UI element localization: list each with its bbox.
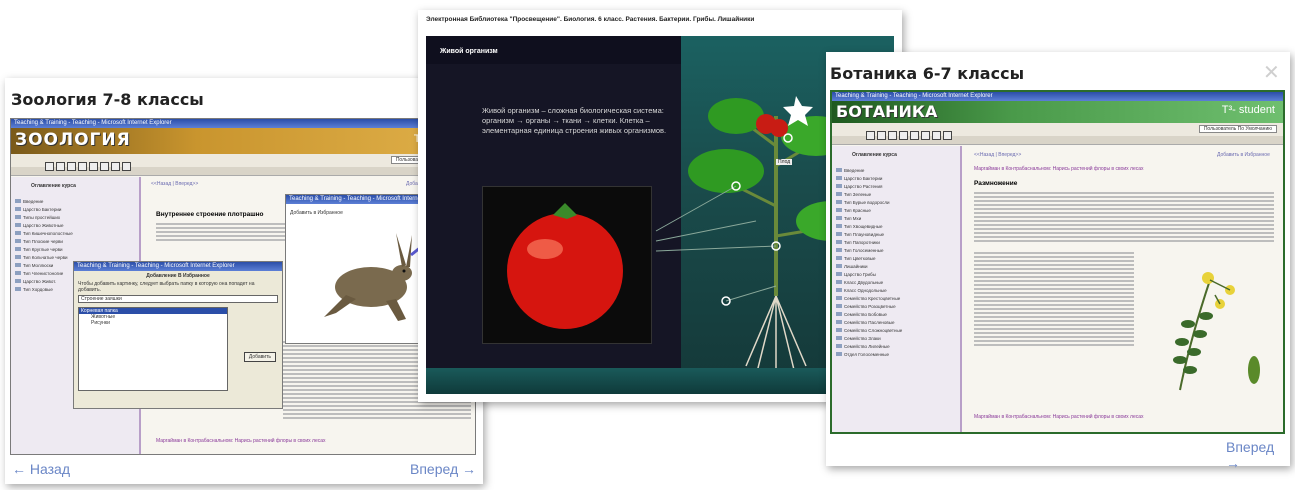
botany-article-heading: Размножение bbox=[974, 180, 1018, 187]
botany-sidebar-item[interactable]: Семейство Крестоцветные bbox=[836, 294, 956, 302]
zoology-sidebar-item[interactable]: Царство Бактерии bbox=[15, 205, 135, 213]
botany-browser: Teaching & Training - Teaching - Microso… bbox=[830, 90, 1285, 434]
toolbar-search-icon[interactable] bbox=[56, 162, 65, 171]
toolbar-help-icon[interactable] bbox=[932, 131, 941, 140]
toolbar-print-icon[interactable] bbox=[910, 131, 919, 140]
botany-card: Ботаника 6-7 классы ✕ Teaching & Trainin… bbox=[826, 52, 1290, 471]
botany-sidebar-item[interactable]: Семейство Бобовые bbox=[836, 310, 956, 318]
zoology-forward-link[interactable]: Вперед → bbox=[410, 461, 476, 477]
botany-sidebar-item[interactable]: Отдел Голосеменные bbox=[836, 350, 956, 358]
zoology-banner-text: ЗООЛОГИЯ bbox=[15, 130, 131, 150]
dialog-title: Добавление В Избранное bbox=[146, 273, 210, 279]
botany-sidebar-item[interactable]: Тип Зеленые bbox=[836, 190, 956, 198]
zoology-card: Зоология 7-8 классы ✕ Teaching & Trainin… bbox=[5, 78, 483, 484]
zoology-sidebar-item[interactable]: Тип Кишечнополостные bbox=[15, 229, 135, 237]
toolbar-help-icon[interactable] bbox=[111, 162, 120, 171]
botany-sidebar-item[interactable]: Семейство Розоцветные bbox=[836, 302, 956, 310]
zoology-browser: Teaching & Training - Teaching - Microso… bbox=[10, 118, 476, 455]
botany-sidebar-item[interactable]: Семейство Сложноцветные bbox=[836, 326, 956, 334]
toolbar-book-icon[interactable] bbox=[78, 162, 87, 171]
zoology-article-heading: Внутреннее строение плотрашно bbox=[156, 211, 264, 218]
botany-student-text: student bbox=[1238, 104, 1275, 116]
legume-plant-illustration bbox=[1173, 272, 1260, 391]
library-screen: Живой организм Живой организм – сложная … bbox=[426, 36, 894, 394]
botany-footer-link[interactable]: Маргайман в Контрабаснальном: Нарись рас… bbox=[974, 414, 1144, 420]
botany-article-text-lower bbox=[974, 252, 1134, 348]
toolbar-exit-icon[interactable] bbox=[122, 162, 131, 171]
botany-breadcrumb[interactable]: <<Назад | Вперед>> bbox=[974, 152, 1021, 158]
zoology-sidebar-item[interactable]: Введение bbox=[15, 197, 135, 205]
toolbar-user-icon[interactable] bbox=[921, 131, 930, 140]
toolbar-grid-icon[interactable] bbox=[67, 162, 76, 171]
zoology-breadcrumb[interactable]: <<Назад | Вперед>> bbox=[151, 181, 198, 187]
botany-sidebar-item[interactable]: Тип Папоротники bbox=[836, 238, 956, 246]
toolbar-exit-icon[interactable] bbox=[943, 131, 952, 140]
botany-forward-link[interactable]: Вперед → bbox=[1226, 439, 1290, 471]
add-favorite-dialog: Teaching & Training - Teaching - Microso… bbox=[73, 261, 283, 409]
botany-sidebar-item[interactable]: Класс Двудольные bbox=[836, 278, 956, 286]
botany-sidebar-item[interactable]: Тип Мхи bbox=[836, 214, 956, 222]
zoology-sidebar-item[interactable]: Тип Круглые черви bbox=[15, 245, 135, 253]
botany-user-button[interactable]: Пользователь По Умолчанию bbox=[1198, 125, 1277, 133]
botany-article-text bbox=[974, 192, 1274, 244]
botany-sidebar-item[interactable]: Семейство Пасленовые bbox=[836, 318, 956, 326]
botany-sidebar-item[interactable]: Тип Хвощевидные bbox=[836, 222, 956, 230]
botany-sidebar-item[interactable]: Царство Бактерии bbox=[836, 174, 956, 182]
zoology-card-title: Зоология 7-8 классы bbox=[11, 90, 204, 109]
botany-toolbar: Пользователь По Умолчанию bbox=[832, 123, 1283, 140]
botany-sidebar-item[interactable]: Царство Растения bbox=[836, 182, 956, 190]
library-window-title: Электронная Библиотека "Просвещение". Би… bbox=[426, 16, 755, 23]
botany-banner: БОТАНИКА T³- student bbox=[832, 101, 1283, 123]
botany-sidebar-item[interactable]: Тип Красные bbox=[836, 206, 956, 214]
botany-sidebar-item[interactable]: Класс Однодольные bbox=[836, 286, 956, 294]
botany-close-icon[interactable]: ✕ bbox=[1263, 62, 1280, 82]
zoology-footer-link[interactable]: Маргайман в Контрабаснальном: Нарись рас… bbox=[156, 438, 326, 444]
botany-sidebar-item[interactable]: Семейство Лилейные bbox=[836, 342, 956, 350]
botany-sidebar-item[interactable]: Тип Бурые водоросли bbox=[836, 198, 956, 206]
dialog-name-field[interactable]: Строение заяшки bbox=[78, 295, 278, 303]
zoology-sidebar-item[interactable]: Типы простейших bbox=[15, 213, 135, 221]
botany-sidebar: Оглавление курса Введение Царство Бактер… bbox=[832, 146, 962, 432]
dialog-folder-item[interactable]: Рисунки bbox=[79, 320, 227, 326]
toolbar-search-icon[interactable] bbox=[877, 131, 886, 140]
botany-sidebar-item[interactable]: Тип Плауновидные bbox=[836, 230, 956, 238]
botany-sidebar-item[interactable]: Лишайники bbox=[836, 262, 956, 270]
toolbar-print-icon[interactable] bbox=[89, 162, 98, 171]
botany-sidebar-item[interactable]: Царство Грибы bbox=[836, 270, 956, 278]
library-pointer-lines bbox=[655, 133, 793, 306]
zoology-toolbar: Пользователь По Умолчанию bbox=[11, 154, 475, 171]
botany-add-favorite[interactable]: Добавить в Избранное bbox=[1217, 152, 1270, 158]
toolbar-book-icon[interactable] bbox=[899, 131, 908, 140]
botany-sidebar-header: Оглавление курса bbox=[852, 152, 897, 158]
toolbar-user-icon[interactable] bbox=[100, 162, 109, 171]
botany-browser-title: Teaching & Training - Teaching - Microso… bbox=[832, 92, 1283, 101]
zoology-back-link[interactable]: ← Назад bbox=[12, 461, 70, 477]
toolbar-grid-icon[interactable] bbox=[888, 131, 897, 140]
zoology-sidebar-item[interactable]: Тип Плоские черви bbox=[15, 237, 135, 245]
zoology-sidebar-item[interactable]: Тип Кольчатые черви bbox=[15, 253, 135, 261]
zoology-sidebar-item[interactable]: Царство Животные bbox=[15, 221, 135, 229]
botany-banner-text: БОТАНИКА bbox=[836, 102, 938, 121]
dialog-add-button[interactable]: Добавить bbox=[243, 352, 276, 362]
botany-top-link[interactable]: Маргайман в Контрабаснальном: Нарись рас… bbox=[974, 166, 1144, 172]
toolbar-home-icon[interactable] bbox=[866, 131, 875, 140]
zoology-article-text bbox=[156, 223, 286, 243]
botany-card-title: Ботаника 6-7 классы bbox=[830, 64, 1025, 83]
botany-sidebar-item[interactable]: Тип Цветковые bbox=[836, 254, 956, 262]
botany-logo: T³- student bbox=[1221, 104, 1275, 116]
toolbar-home-icon[interactable] bbox=[45, 162, 54, 171]
zoology-sidebar-header: Оглавление курса bbox=[31, 183, 76, 189]
botany-sidebar-item[interactable]: Тип Голосеменные bbox=[836, 246, 956, 254]
library-bottom-bar bbox=[426, 368, 894, 394]
dialog-titlebar: Teaching & Training - Teaching - Microso… bbox=[74, 262, 282, 271]
botany-sidebar-item[interactable]: Семейство Злаки bbox=[836, 334, 956, 342]
dialog-prompt: Чтобы добавить картинку, следует выбрать… bbox=[78, 281, 255, 293]
botany-sidebar-item[interactable]: Введение bbox=[836, 166, 956, 174]
zoology-browser-title: Teaching & Training - Teaching - Microso… bbox=[11, 119, 475, 128]
dialog-folder-list[interactable]: Корневая папка Животные Рисунки bbox=[78, 307, 228, 391]
zoology-banner: ЗООЛОГИЯ T³- student bbox=[11, 128, 475, 154]
